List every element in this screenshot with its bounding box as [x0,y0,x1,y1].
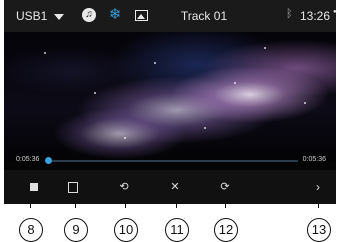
callout-10: 10 [114,218,138,242]
music-icon[interactable]: ♫ [82,8,96,22]
star [44,52,46,54]
callout-13: 13 [307,218,331,242]
media-player-screen: USB1 ♫ ❄ Track 01 ᛒ 13:26 ● 0:05:36 0:05… [4,0,336,204]
star [234,82,236,84]
source-selector[interactable]: USB1 [16,9,47,23]
repeat-icon[interactable]: ⟳ [218,180,232,194]
bluetooth-icon: ᛒ [286,8,293,20]
callout-line [176,200,177,208]
playback-controls: ⟲ ✕ ⟳ › [4,170,336,204]
total-time: 0:05:36 [302,156,326,163]
track-title: Track 01 [180,9,228,23]
next-icon[interactable]: › [311,180,325,194]
star [154,62,156,64]
callout-line [125,200,126,208]
callout-line [318,200,319,208]
callout-8: 8 [19,218,43,242]
caret-down-icon[interactable] [54,14,64,20]
callout-11: 11 [165,218,189,242]
elapsed-time: 0:05:36 [16,156,40,163]
shuffle-icon[interactable]: ✕ [168,180,182,194]
callout-line [75,200,76,208]
repeat-one-icon[interactable]: ⟲ [117,180,131,194]
star [204,127,206,129]
callout-12: 12 [214,218,238,242]
stop-icon[interactable] [27,180,41,194]
top-bar: USB1 ♫ ❄ Track 01 ᛒ 13:26 ● [4,0,336,32]
menu-icon[interactable] [66,180,80,194]
seek-knob[interactable] [45,157,52,164]
callout-line [225,200,226,208]
callout-line [30,200,31,208]
photo-icon[interactable] [135,10,148,21]
seek-track[interactable] [48,160,298,162]
clock: 13:26 [300,9,331,23]
progress-bar[interactable]: 0:05:36 0:05:36 [4,156,336,170]
star [304,102,306,104]
star [124,137,126,139]
clock-indicator-icon: ● [333,9,336,15]
star [94,92,96,94]
callout-9: 9 [64,218,88,242]
callout-row: 8 9 10 11 12 13 [0,200,340,242]
video-area[interactable] [4,32,336,162]
star [264,47,266,49]
video-icon[interactable]: ❄ [108,7,122,22]
